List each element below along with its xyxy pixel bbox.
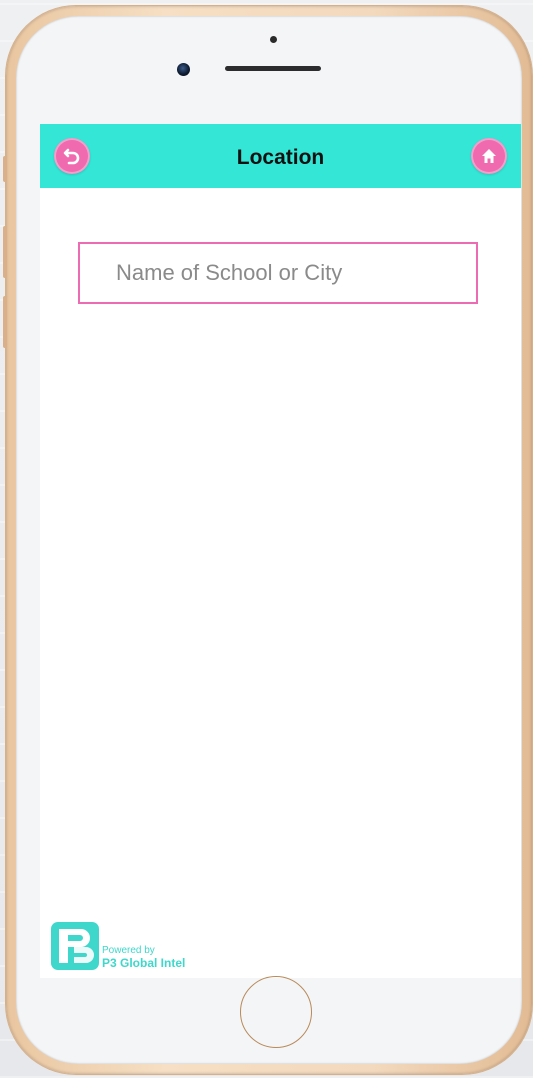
brand-name: P3 Global Intel (102, 956, 186, 970)
hardware-home-button[interactable] (240, 976, 312, 1048)
earpiece-speaker (225, 66, 321, 71)
app-screen: Location Powered by P3 Global Intel (40, 124, 521, 978)
brand-text: Powered by P3 Global Intel (102, 945, 185, 969)
powered-by-branding: Powered by P3 Global Intel (50, 920, 185, 972)
location-search-input[interactable] (80, 244, 476, 302)
page-title: Location (236, 146, 325, 169)
front-camera (177, 63, 190, 76)
mute-switch (3, 156, 7, 182)
proximity-sensor (270, 36, 277, 43)
p3-logo-icon (51, 922, 99, 970)
location-search-box (78, 242, 478, 304)
volume-up-button (3, 226, 7, 278)
volume-down-button (3, 296, 7, 348)
app-header: Location (40, 124, 521, 188)
home-button[interactable] (471, 138, 507, 174)
home-icon (482, 149, 496, 163)
